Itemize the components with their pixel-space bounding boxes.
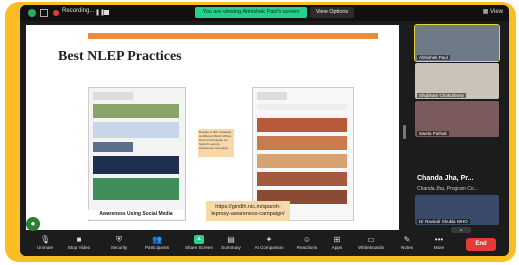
participant-name: Dr Ravindr Shukla WHO bbox=[417, 219, 470, 224]
screen-share-banner: You are viewing Abhishek Paul's screen bbox=[195, 7, 307, 18]
slide-caption: Awareness Using Social Media bbox=[88, 210, 184, 219]
mic-muted-icon: 🎙 bbox=[40, 235, 51, 244]
view-label: View bbox=[490, 9, 503, 15]
slide-header-bar bbox=[88, 33, 378, 39]
top-bar: Recording... ❚❚ You are viewing Abhishek… bbox=[20, 5, 509, 21]
notes-icon: ✎ bbox=[403, 235, 411, 244]
iec-note: Display of IEC materials at different Bl… bbox=[198, 129, 234, 157]
participant-name: Sweta Pathak bbox=[417, 131, 449, 136]
participant-name: Shubham Chakraborty bbox=[417, 93, 467, 98]
recording-label: Recording... bbox=[62, 8, 95, 14]
zoom-window: Recording... ❚❚ You are viewing Abhishek… bbox=[20, 5, 509, 256]
apps-icon: ⊞ bbox=[333, 235, 341, 244]
participant-tile[interactable]: Abhishek Paul bbox=[414, 24, 500, 62]
more-icon: ••• bbox=[434, 235, 444, 244]
participant-panel: Abhishek Paul Shubham Chakraborty Sweta … bbox=[414, 24, 505, 233]
participants-button[interactable]: 👥 Participants bbox=[136, 235, 178, 250]
participant-tile[interactable]: Shubham Chakraborty bbox=[415, 63, 499, 99]
active-participant-name: Chanda Jha, Pr... bbox=[417, 175, 474, 182]
sparkle-icon: ✦ bbox=[265, 235, 273, 244]
share-screen-icon: ▲ bbox=[194, 235, 204, 244]
security-button[interactable]: ⛨ Security bbox=[98, 235, 140, 250]
document-icon: ▤ bbox=[227, 235, 235, 244]
social-media-screenshot bbox=[88, 87, 186, 221]
cc-record-icon[interactable]: ● bbox=[26, 217, 40, 231]
shield-icon[interactable] bbox=[28, 9, 36, 17]
view-button[interactable]: ▦ View bbox=[483, 8, 503, 15]
shield-icon: ⛨ bbox=[116, 235, 122, 244]
end-button[interactable]: End bbox=[466, 238, 496, 251]
participant-tile[interactable]: Sweta Pathak bbox=[415, 101, 499, 137]
stop-video-button[interactable]: ■ Stop Video bbox=[58, 235, 100, 250]
summary-button[interactable]: ▤ Summary bbox=[210, 235, 252, 250]
campaign-url: https://giridih.nic.in/sparsh-leprosy-aw… bbox=[206, 201, 290, 221]
slide-title: Best NLEP Practices bbox=[58, 49, 182, 64]
shared-slide: Best NLEP Practices Awareness Using Soci… bbox=[26, 25, 399, 230]
view-options-button[interactable]: View Options bbox=[310, 7, 354, 18]
whiteboard-icon: ▭ bbox=[367, 235, 375, 244]
active-participant-subname: Chanda Jha, Program Co... bbox=[417, 186, 478, 192]
people-icon: 👥 bbox=[152, 235, 162, 244]
record-icon bbox=[53, 10, 59, 16]
ai-companion-button[interactable]: ✦ AI Companion bbox=[248, 235, 290, 250]
meeting-toolbar: 🎙 Unmute ■ Stop Video ⛨ Security 👥 Parti… bbox=[20, 233, 509, 256]
grid-icon[interactable] bbox=[40, 9, 48, 17]
stop-icon[interactable] bbox=[104, 10, 109, 15]
participant-tile[interactable]: Dr Ravindr Shukla WHO bbox=[415, 195, 499, 225]
video-camera-icon: ■ bbox=[76, 235, 82, 244]
emoji-icon: ☺ bbox=[302, 235, 312, 244]
participant-name: Abhishek Paul bbox=[417, 55, 450, 60]
splitter-handle[interactable] bbox=[403, 125, 406, 139]
more-button[interactable]: ••• More bbox=[418, 235, 460, 250]
